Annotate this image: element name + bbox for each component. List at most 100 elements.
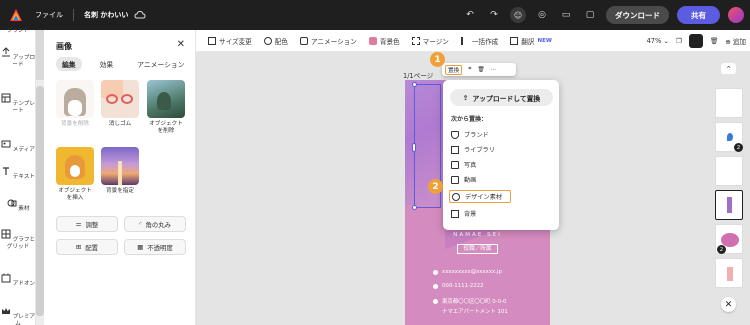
tool-eraser[interactable]: 消しゴム (101, 80, 139, 128)
rail-item-template[interactable]: テンプレート (0, 93, 36, 115)
zoom-dropdown[interactable]: 47% ⌄ (647, 37, 669, 45)
rail-label-grid: グラフとグリッド (6, 237, 36, 250)
doc-role-wrap: 役職／所属 (405, 244, 550, 254)
resize-handle[interactable] (412, 143, 416, 152)
selection-tool-icon[interactable] (688, 34, 703, 48)
rail-item-upload[interactable]: アップロード (0, 47, 36, 69)
opacity-button[interactable]: ▦ 不透明度 (124, 239, 186, 255)
text-icon (3, 167, 9, 175)
pages-icon[interactable]: ❐ (676, 37, 682, 45)
rail-item-premium[interactable]: プレミアム (0, 306, 36, 325)
addons-icon (1, 273, 11, 283)
rail-label-text: テキスト (12, 174, 35, 180)
rail-item-text[interactable]: テキスト (0, 166, 36, 181)
tool-insert-object[interactable]: オブジェクトを挿入 (56, 147, 94, 202)
crop-icon[interactable]: ⌗ (468, 66, 471, 73)
corner-radius-button[interactable]: ◜ 角の丸み (124, 216, 186, 232)
close-icon[interactable]: ✕ (721, 297, 736, 312)
doc-title[interactable]: 名刺 かわいい (84, 10, 128, 20)
comment-icon[interactable]: ▭ (558, 7, 574, 23)
replace-button[interactable]: 置換 (445, 64, 463, 75)
tab-effects[interactable]: 効果 (94, 57, 120, 71)
resize-handle[interactable] (412, 205, 417, 210)
resize-handle[interactable] (412, 82, 417, 87)
menu-item-library[interactable]: ライブラリ (449, 143, 549, 156)
context-toolbar: 置換 ⌗ 🗑 ⋯ (442, 63, 516, 76)
people-icon[interactable]: ☺ (510, 7, 526, 23)
add-button[interactable]: ⊕ 追加 (725, 36, 746, 46)
menu-label: 背景 (464, 211, 477, 218)
tab-edit[interactable]: 編集 (56, 57, 82, 71)
rail-label-upload: アップロード (12, 55, 36, 68)
page-mini (727, 197, 732, 213)
menu-item-design-elements[interactable]: デザイン素材 (449, 190, 511, 203)
pin-icon (727, 133, 733, 141)
page-mini (727, 267, 733, 281)
tool-remove-background[interactable]: 背景を削除 (56, 80, 94, 128)
new-badge: NEW (537, 37, 552, 44)
replace-label: 置換 (448, 67, 460, 74)
resize-button[interactable]: サイズ変更 (208, 36, 252, 46)
doc-addr2-line: ナマエアパートメント 101 (442, 307, 508, 315)
present-icon[interactable]: ▢ (582, 7, 598, 23)
menu-item-background[interactable]: 背景 (449, 207, 549, 220)
menu-item-photo[interactable]: 写真 (449, 158, 549, 171)
phone-icon (433, 283, 438, 289)
translate-icon (510, 36, 519, 45)
background-icon (451, 209, 459, 218)
adjust-label: 調整 (85, 220, 99, 229)
thumbnail-item[interactable]: 2 (715, 224, 743, 254)
rail-item-grid[interactable]: グラフとグリッド (0, 229, 36, 251)
rail-scrollbar[interactable] (36, 86, 44, 316)
color-button[interactable]: 配色 (263, 36, 288, 46)
margin-button[interactable]: マージン (411, 36, 449, 46)
upload-replace-button[interactable]: ⇪ アップロードして置換 (450, 89, 553, 106)
thumbnail-item[interactable] (715, 156, 743, 186)
delete-icon[interactable]: 🗑 (477, 67, 484, 73)
undo-icon[interactable]: ↶ (462, 7, 478, 23)
menu-label: 動画 (464, 177, 477, 184)
download-button[interactable]: ダウンロード (606, 6, 669, 24)
menu-label: ライブラリ (464, 147, 495, 154)
step-badge-2: 2 (428, 179, 443, 194)
adobe-express-logo-icon[interactable] (9, 8, 23, 22)
tab-animation[interactable]: アニメーション (131, 57, 190, 71)
rail-item-elements[interactable]: 素材 (0, 198, 36, 213)
template-icon (1, 93, 11, 103)
location-icon (433, 298, 438, 304)
tool-label: オブジェクトを挿入 (58, 188, 92, 201)
thumbnail-item[interactable]: 2 (715, 122, 743, 152)
animation-button[interactable]: アニメーション (299, 36, 357, 46)
cloud-icon[interactable] (134, 9, 146, 21)
library-icon (451, 145, 459, 154)
share-button[interactable]: 共有 (677, 6, 720, 24)
trash-icon[interactable]: 🗑 (710, 37, 718, 45)
crown-icon (1, 308, 10, 314)
menu-item-video[interactable]: 動画 (449, 173, 549, 186)
more-icon[interactable]: ⋯ (490, 67, 496, 73)
sliders-icon: ⚌ (75, 220, 82, 228)
arrange-button[interactable]: ⊞ 配置 (56, 239, 118, 255)
file-menu[interactable]: ファイル (35, 10, 63, 20)
tool-remove-object[interactable]: オブジェクトを削除 (147, 80, 185, 135)
avatar[interactable] (728, 7, 744, 23)
resize-icon (208, 36, 216, 45)
thumbnail-item[interactable] (715, 258, 743, 288)
doc-phone-line: 000-1111-2222 (433, 283, 484, 289)
sub-toolbar: サイズ変更 配色 アニメーション 背景色 マージン 一括作成 翻訳 NEW 47%… (196, 30, 750, 52)
rail-item-media[interactable]: メディア (0, 139, 36, 154)
menu-item-brand[interactable]: ブランド (449, 128, 549, 141)
close-icon[interactable]: ✕ (177, 39, 185, 50)
thumbnail-item[interactable] (715, 88, 743, 118)
corner-radius-label: 角の丸み (145, 220, 172, 229)
translate-button[interactable]: 翻訳 NEW (510, 36, 552, 46)
background-color-button[interactable]: 背景色 (368, 36, 400, 46)
redo-icon[interactable]: ↷ (486, 7, 502, 23)
rail-item-top-cut[interactable]: ブランド (0, 28, 36, 35)
bulk-create-button[interactable]: 一括作成 (460, 36, 498, 46)
rail-item-addons[interactable]: アドオン (0, 273, 36, 288)
lightbulb-icon[interactable]: ◎ (534, 7, 550, 23)
thumbnail-item-active[interactable] (715, 190, 743, 220)
adjust-button[interactable]: ⚌ 調整 (56, 216, 118, 232)
tool-set-background[interactable]: 背景を指定 (101, 147, 139, 195)
